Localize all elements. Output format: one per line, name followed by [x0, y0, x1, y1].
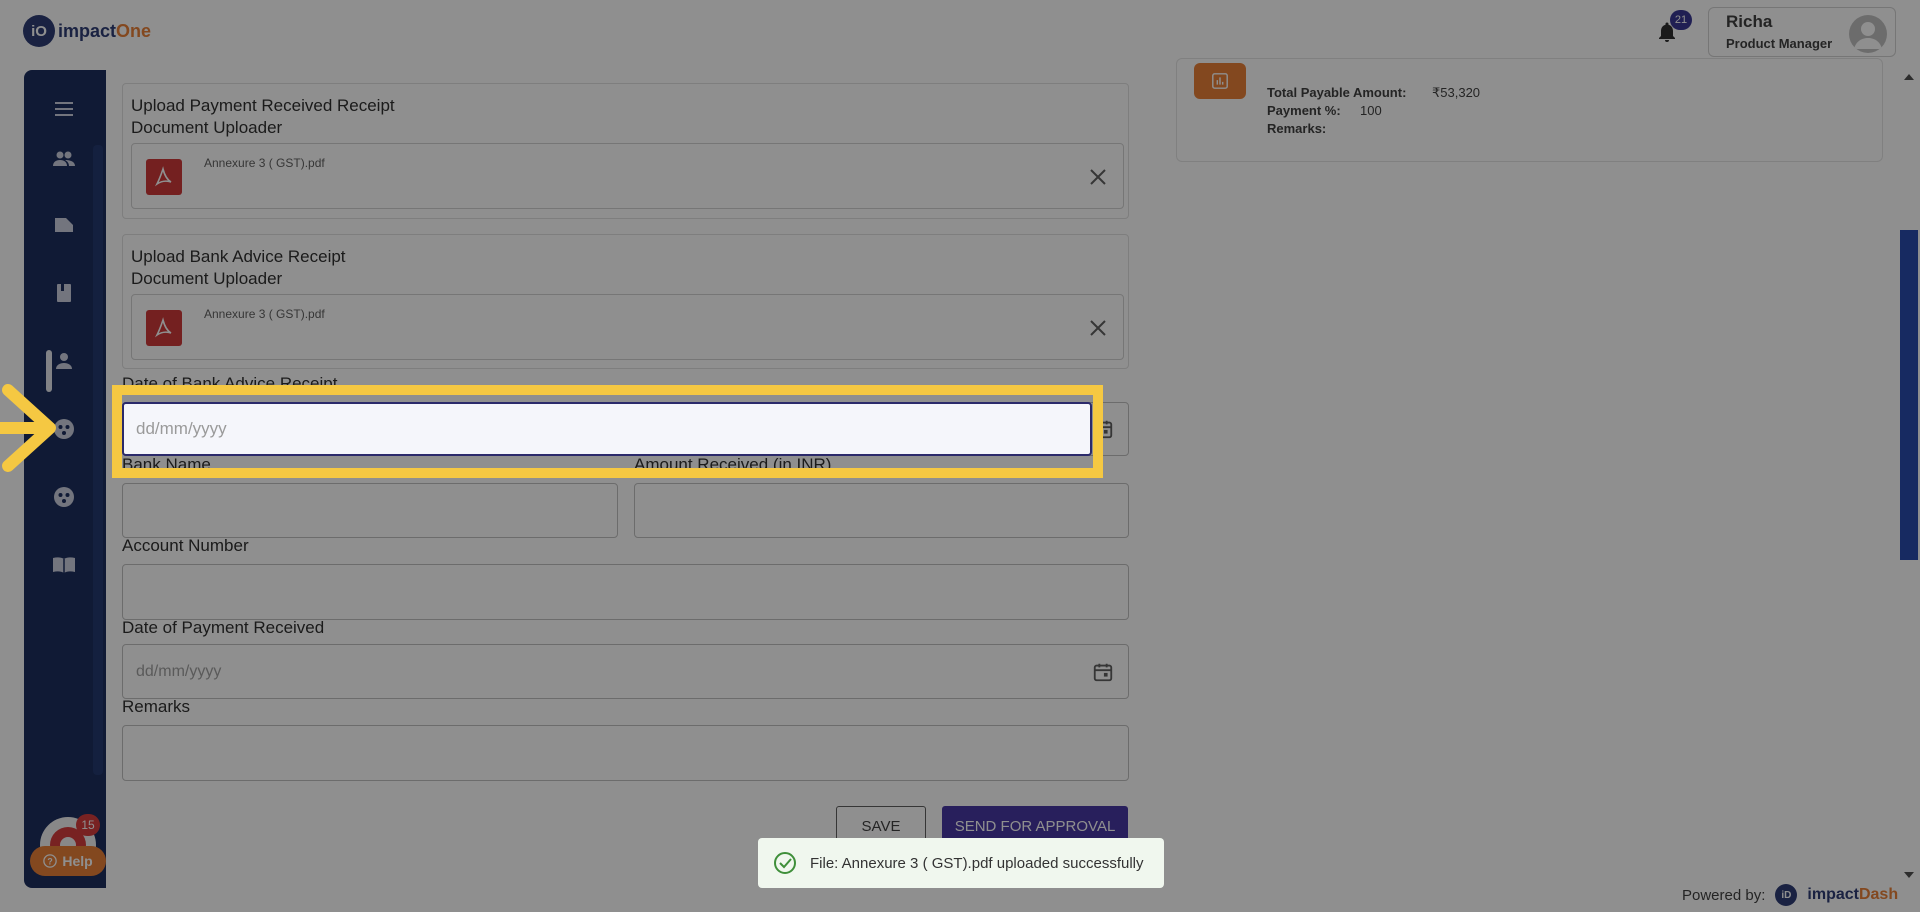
- logo-text: impactOne: [58, 21, 151, 42]
- total-payable-label: Total Payable Amount:: [1267, 85, 1407, 100]
- highlight-frame: [112, 385, 1103, 478]
- chart-icon: [1194, 63, 1246, 99]
- user-role: Product Manager: [1726, 36, 1833, 51]
- payment-receipt-uploader: Upload Payment Received Receipt Document…: [122, 83, 1129, 219]
- help-button[interactable]: ? Help: [30, 846, 106, 876]
- avatar-person-icon: [1854, 22, 1882, 49]
- date-payment-placeholder: dd/mm/yyyy: [136, 662, 222, 680]
- account-number-input[interactable]: [122, 564, 1129, 620]
- impactdash-mark: iD: [1775, 884, 1798, 906]
- date-payment-label: Date of Payment Received: [122, 618, 325, 637]
- impactdash-text: impactDash: [1807, 886, 1898, 904]
- payment-pct-label: Payment %:: [1267, 103, 1341, 118]
- bank-advice-subtitle: Document Uploader: [131, 269, 283, 288]
- powered-by: Powered by: iD impactDash: [1682, 884, 1898, 906]
- payment-receipt-title: Upload Payment Received Receipt: [131, 96, 395, 115]
- summary-remarks-row: Remarks:: [1267, 121, 1326, 136]
- logo-mark: iO: [23, 15, 55, 47]
- manual-icon[interactable]: [49, 550, 79, 580]
- svg-text:?: ?: [48, 857, 53, 867]
- file-name: Annexure 3 ( GST).pdf: [204, 156, 325, 170]
- summary-remarks-label: Remarks:: [1267, 121, 1327, 136]
- check-circle-icon: [774, 852, 796, 874]
- user-avatar: [1849, 15, 1887, 53]
- group-icon-2[interactable]: [49, 482, 79, 512]
- total-payable-value: ₹53,320: [1432, 85, 1481, 100]
- user-name: Richa: [1726, 12, 1773, 31]
- payment-summary-card: Total Payable Amount: ₹53,320 Payment %:…: [1176, 58, 1883, 162]
- calendar-icon[interactable]: [1092, 661, 1114, 683]
- remarks-label: Remarks: [122, 697, 191, 716]
- pointer-arrow-icon: [0, 384, 56, 472]
- date-payment-input[interactable]: dd/mm/yyyy: [122, 644, 1129, 699]
- account-number-label: Account Number: [122, 536, 249, 555]
- file-name: Annexure 3 ( GST).pdf: [204, 307, 325, 321]
- logo-text-part1: impact: [58, 20, 117, 41]
- scroll-down-arrow-icon[interactable]: [1904, 872, 1914, 878]
- scroll-up-arrow-icon[interactable]: [1904, 74, 1914, 80]
- book-icon[interactable]: [49, 278, 79, 308]
- people-icon[interactable]: [49, 144, 79, 174]
- upload-success-toast: File: Annexure 3 ( GST).pdf uploaded suc…: [758, 838, 1164, 888]
- bank-advice-title: Upload Bank Advice Receipt: [131, 247, 346, 266]
- sidebar-avatar-badge: 15: [76, 814, 100, 836]
- remarks-input[interactable]: [122, 725, 1129, 781]
- bank-advice-file[interactable]: Annexure 3 ( GST).pdf: [131, 294, 1124, 360]
- amount-received-input[interactable]: [634, 483, 1129, 538]
- pdf-icon: [146, 310, 182, 346]
- close-icon[interactable]: [1087, 166, 1109, 188]
- user-menu[interactable]: Richa Product Manager: [1708, 7, 1896, 57]
- pdf-icon: [146, 159, 182, 195]
- bank-advice-uploader: Upload Bank Advice Receipt Document Uplo…: [122, 234, 1129, 369]
- impactone-logo[interactable]: iO impactOne: [23, 15, 151, 47]
- payment-receipt-subtitle: Document Uploader: [131, 118, 283, 137]
- close-icon[interactable]: [1087, 317, 1109, 339]
- notification-badge: 21: [1670, 10, 1692, 30]
- bank-name-input[interactable]: [122, 483, 618, 538]
- page-scrollbar[interactable]: [1900, 230, 1918, 560]
- folder-icon[interactable]: [49, 210, 79, 240]
- total-payable-row: Total Payable Amount: ₹53,320: [1267, 85, 1480, 100]
- logo-text-part2: One: [116, 20, 152, 41]
- payment-receipt-file[interactable]: Annexure 3 ( GST).pdf: [131, 143, 1124, 209]
- payment-pct-value: 100: [1360, 103, 1382, 118]
- brand-part2: Dash: [1858, 886, 1899, 903]
- payment-pct-row: Payment %: 100: [1267, 103, 1382, 118]
- toast-message: File: Annexure 3 ( GST).pdf uploaded suc…: [810, 854, 1144, 872]
- app-header: iO impactOne 21 Richa Product Manager: [0, 0, 1920, 64]
- help-icon: ?: [43, 854, 58, 868]
- help-label: Help: [62, 853, 93, 869]
- menu-icon[interactable]: [49, 94, 79, 124]
- powered-label: Powered by:: [1682, 886, 1766, 904]
- sidebar-scrollbar[interactable]: [93, 145, 103, 775]
- brand-part1: impact: [1807, 886, 1859, 903]
- person-icon[interactable]: [49, 346, 79, 376]
